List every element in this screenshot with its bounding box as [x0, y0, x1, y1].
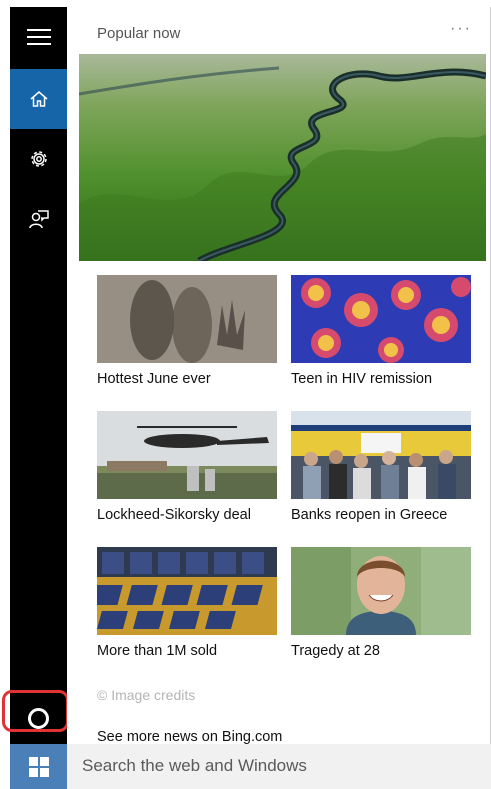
home-button[interactable]: [10, 69, 67, 129]
windows-logo-icon: [28, 756, 49, 777]
cortana-sidebar: [10, 7, 67, 744]
search-input[interactable]: Search the web and Windows: [82, 756, 307, 776]
news-tile-lockheed-sikorsky[interactable]: Lockheed-Sikorsky deal: [97, 411, 277, 523]
news-tile-1m-sold[interactable]: More than 1M sold: [97, 547, 277, 659]
news-thumbnail: [97, 275, 277, 363]
image-credits-link[interactable]: © Image credits: [97, 687, 195, 703]
news-tile-hiv-remission[interactable]: Teen in HIV remission: [291, 275, 471, 387]
news-thumbnail: [97, 547, 277, 635]
news-caption: More than 1M sold: [97, 643, 218, 659]
news-tile-banks-greece[interactable]: Banks reopen in Greece: [291, 411, 471, 523]
news-thumbnail: [97, 411, 277, 499]
gear-icon: [28, 148, 50, 170]
news-panel: Popular now ··· Hottest June ever Teen i…: [67, 7, 491, 745]
news-tile-tragedy-28[interactable]: Tragedy at 28: [291, 547, 471, 659]
start-button[interactable]: [10, 744, 67, 789]
see-more-news-link[interactable]: See more news on Bing.com: [97, 729, 282, 745]
section-title: Popular now: [97, 25, 181, 42]
hero-image[interactable]: [79, 54, 486, 261]
news-caption: Hottest June ever: [97, 371, 211, 387]
taskbar: Search the web and Windows: [10, 744, 491, 789]
news-thumbnail: [291, 411, 471, 499]
feedback-button[interactable]: [10, 189, 67, 249]
news-caption: Lockheed-Sikorsky deal: [97, 507, 251, 523]
news-tile-hottest-june[interactable]: Hottest June ever: [97, 275, 277, 387]
news-caption: Banks reopen in Greece: [291, 507, 448, 523]
news-caption: Tragedy at 28: [291, 643, 380, 659]
feedback-icon: [28, 208, 50, 230]
hamburger-menu-icon: [26, 28, 51, 46]
home-icon: [29, 89, 49, 109]
news-caption: Teen in HIV remission: [291, 371, 433, 387]
news-thumbnail: [291, 547, 471, 635]
news-thumbnail: [291, 275, 471, 363]
menu-button[interactable]: [10, 7, 67, 67]
settings-button[interactable]: [10, 129, 67, 189]
cortana-button-highlight: [2, 690, 69, 732]
more-options-button[interactable]: ···: [450, 20, 472, 38]
